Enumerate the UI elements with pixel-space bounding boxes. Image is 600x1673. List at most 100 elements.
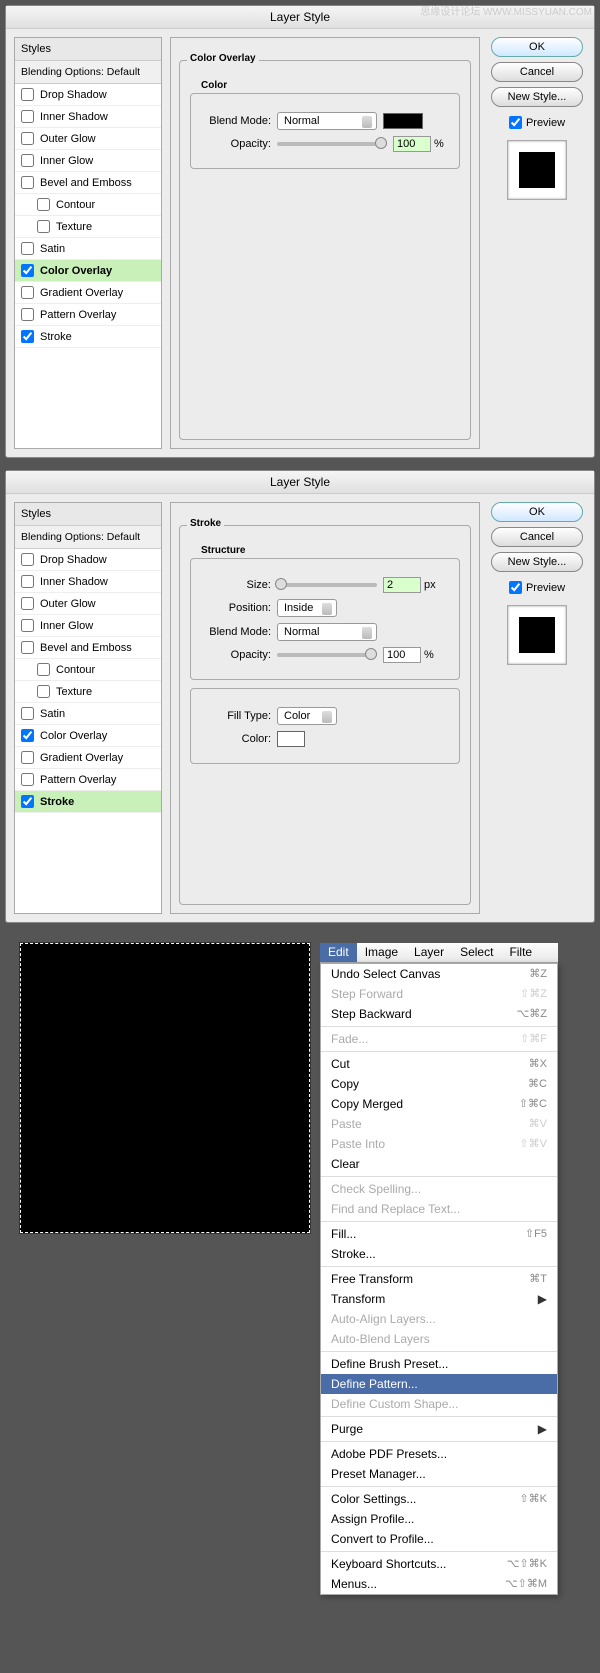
menu-item-convert-to-profile[interactable]: Convert to Profile... — [321, 1529, 557, 1549]
size-input[interactable] — [383, 577, 421, 593]
preview-checkbox[interactable] — [509, 581, 522, 594]
new-style-button[interactable]: New Style... — [491, 552, 583, 572]
style-item-drop-shadow[interactable]: Drop Shadow — [15, 549, 161, 571]
style-checkbox[interactable] — [37, 663, 50, 676]
position-dropdown[interactable]: Inside — [277, 599, 337, 617]
style-item-contour[interactable]: Contour — [15, 659, 161, 681]
menubar-layer[interactable]: Layer — [406, 943, 452, 962]
style-checkbox[interactable] — [21, 641, 34, 654]
style-checkbox[interactable] — [21, 176, 34, 189]
style-item-inner-shadow[interactable]: Inner Shadow — [15, 571, 161, 593]
menubar-select[interactable]: Select — [452, 943, 501, 962]
style-checkbox[interactable] — [21, 88, 34, 101]
style-item-outer-glow[interactable]: Outer Glow — [15, 128, 161, 150]
style-checkbox[interactable] — [21, 110, 34, 123]
style-checkbox[interactable] — [21, 729, 34, 742]
style-checkbox[interactable] — [37, 198, 50, 211]
menubar-image[interactable]: Image — [357, 943, 406, 962]
style-item-color-overlay[interactable]: Color Overlay — [15, 725, 161, 747]
canvas-selection[interactable] — [20, 943, 310, 1233]
menu-label: Free Transform — [331, 1272, 413, 1286]
overlay-color-swatch[interactable] — [383, 113, 423, 129]
blending-options[interactable]: Blending Options: Default — [15, 61, 161, 84]
ok-button[interactable]: OK — [491, 502, 583, 522]
style-item-stroke[interactable]: Stroke — [15, 791, 161, 813]
style-item-inner-shadow[interactable]: Inner Shadow — [15, 106, 161, 128]
menu-item-define-pattern[interactable]: Define Pattern... — [321, 1374, 557, 1394]
style-checkbox[interactable] — [21, 242, 34, 255]
style-item-texture[interactable]: Texture — [15, 216, 161, 238]
style-checkbox[interactable] — [21, 597, 34, 610]
menu-item-fill[interactable]: Fill...⇧F5 — [321, 1224, 557, 1244]
opacity-input[interactable] — [383, 647, 421, 663]
opacity-slider[interactable] — [277, 653, 377, 657]
style-item-drop-shadow[interactable]: Drop Shadow — [15, 84, 161, 106]
menu-item-copy-merged[interactable]: Copy Merged⇧⌘C — [321, 1094, 557, 1114]
menubar-filte[interactable]: Filte — [501, 943, 540, 962]
style-item-texture[interactable]: Texture — [15, 681, 161, 703]
style-item-stroke[interactable]: Stroke — [15, 326, 161, 348]
blending-options[interactable]: Blending Options: Default — [15, 526, 161, 549]
style-item-outer-glow[interactable]: Outer Glow — [15, 593, 161, 615]
blend-mode-dropdown[interactable]: Normal — [277, 112, 377, 130]
menu-item-copy[interactable]: Copy⌘C — [321, 1074, 557, 1094]
menu-item-define-brush-preset[interactable]: Define Brush Preset... — [321, 1354, 557, 1374]
style-item-pattern-overlay[interactable]: Pattern Overlay — [15, 769, 161, 791]
style-item-bevel-and-emboss[interactable]: Bevel and Emboss — [15, 172, 161, 194]
style-checkbox[interactable] — [21, 308, 34, 321]
style-checkbox[interactable] — [21, 575, 34, 588]
cancel-button[interactable]: Cancel — [491, 527, 583, 547]
style-item-gradient-overlay[interactable]: Gradient Overlay — [15, 282, 161, 304]
menu-item-cut[interactable]: Cut⌘X — [321, 1054, 557, 1074]
menu-shortcut: ⌘T — [529, 1272, 547, 1286]
style-checkbox[interactable] — [21, 330, 34, 343]
style-checkbox[interactable] — [21, 132, 34, 145]
style-item-satin[interactable]: Satin — [15, 238, 161, 260]
menu-item-free-transform[interactable]: Free Transform ⌘T — [321, 1269, 557, 1289]
opacity-input[interactable] — [393, 136, 431, 152]
size-slider[interactable] — [277, 583, 377, 587]
style-checkbox[interactable] — [21, 154, 34, 167]
style-checkbox[interactable] — [21, 795, 34, 808]
new-style-button[interactable]: New Style... — [491, 87, 583, 107]
stroke-color-swatch[interactable] — [277, 731, 305, 747]
style-item-color-overlay[interactable]: Color Overlay — [15, 260, 161, 282]
menu-item-transform[interactable]: Transform▶ — [321, 1289, 557, 1309]
menu-item-keyboard-shortcuts[interactable]: Keyboard Shortcuts...⌥⇧⌘K — [321, 1554, 557, 1574]
style-item-inner-glow[interactable]: Inner Glow — [15, 615, 161, 637]
style-item-inner-glow[interactable]: Inner Glow — [15, 150, 161, 172]
style-item-pattern-overlay[interactable]: Pattern Overlay — [15, 304, 161, 326]
styles-header[interactable]: Styles — [15, 503, 161, 526]
style-checkbox[interactable] — [37, 220, 50, 233]
menu-item-stroke[interactable]: Stroke... — [321, 1244, 557, 1264]
style-item-satin[interactable]: Satin — [15, 703, 161, 725]
menubar-edit[interactable]: Edit — [320, 943, 357, 962]
cancel-button[interactable]: Cancel — [491, 62, 583, 82]
style-checkbox[interactable] — [21, 286, 34, 299]
menu-item-step-backward[interactable]: Step Backward⌥⌘Z — [321, 1004, 557, 1024]
menu-item-clear[interactable]: Clear — [321, 1154, 557, 1174]
style-checkbox[interactable] — [21, 707, 34, 720]
menu-item-undo-select-canvas[interactable]: Undo Select Canvas⌘Z — [321, 964, 557, 984]
style-checkbox[interactable] — [21, 773, 34, 786]
menu-item-color-settings[interactable]: Color Settings...⇧⌘K — [321, 1489, 557, 1509]
style-item-bevel-and-emboss[interactable]: Bevel and Emboss — [15, 637, 161, 659]
menu-item-adobe-pdf-presets[interactable]: Adobe PDF Presets... — [321, 1444, 557, 1464]
styles-header[interactable]: Styles — [15, 38, 161, 61]
style-item-contour[interactable]: Contour — [15, 194, 161, 216]
blend-mode-dropdown[interactable]: Normal — [277, 623, 377, 641]
menu-item-menus[interactable]: Menus...⌥⇧⌘M — [321, 1574, 557, 1594]
filltype-dropdown[interactable]: Color — [277, 707, 337, 725]
style-checkbox[interactable] — [21, 619, 34, 632]
opacity-slider[interactable] — [277, 142, 387, 146]
menu-item-assign-profile[interactable]: Assign Profile... — [321, 1509, 557, 1529]
style-checkbox[interactable] — [21, 751, 34, 764]
style-item-gradient-overlay[interactable]: Gradient Overlay — [15, 747, 161, 769]
preview-checkbox[interactable] — [509, 116, 522, 129]
menu-item-purge[interactable]: Purge▶ — [321, 1419, 557, 1439]
style-checkbox[interactable] — [21, 264, 34, 277]
ok-button[interactable]: OK — [491, 37, 583, 57]
menu-item-preset-manager[interactable]: Preset Manager... — [321, 1464, 557, 1484]
style-checkbox[interactable] — [21, 553, 34, 566]
style-checkbox[interactable] — [37, 685, 50, 698]
